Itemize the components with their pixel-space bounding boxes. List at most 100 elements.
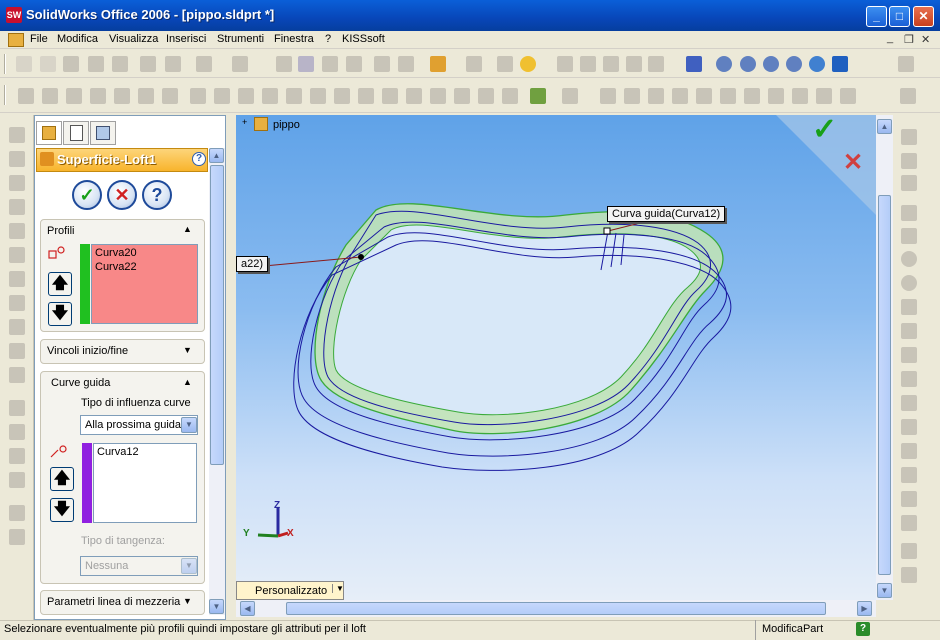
move-down-button[interactable]: 🡇 (50, 498, 74, 522)
chevron-down-icon[interactable]: ▼ (181, 558, 197, 574)
menu-help[interactable]: ? (325, 33, 331, 45)
macro-edit-icon[interactable] (626, 56, 642, 72)
grid-icon[interactable] (901, 443, 917, 459)
feature-icon[interactable] (9, 223, 25, 239)
loft-icon[interactable] (90, 88, 106, 104)
grid-icon[interactable] (374, 56, 390, 72)
minimize-button[interactable]: _ (866, 6, 887, 27)
menu-visualizza[interactable]: Visualizza (109, 33, 158, 45)
shell-icon[interactable] (190, 88, 206, 104)
feature-icon[interactable] (9, 151, 25, 167)
menu-inserisci[interactable]: Inserisci (166, 33, 206, 45)
insert-bends-icon[interactable] (840, 88, 856, 104)
viewport-vertical-scrollbar[interactable]: ▲ ▼ (876, 115, 893, 600)
arc-icon[interactable] (901, 299, 917, 315)
mdi-close-button[interactable]: ✕ (921, 33, 930, 46)
zoom-out-icon[interactable] (786, 56, 802, 72)
trim-surface-icon[interactable] (502, 88, 518, 104)
camera-icon[interactable] (430, 56, 446, 72)
help-icon[interactable] (520, 56, 536, 72)
expand-icon[interactable]: ▼ (183, 596, 192, 606)
scroll-up-icon[interactable]: ▲ (209, 148, 224, 163)
zoom-fit-icon[interactable] (716, 56, 732, 72)
arc-icon[interactable] (901, 323, 917, 339)
profile-callout[interactable]: a22) (236, 256, 269, 272)
pause-icon[interactable] (603, 56, 619, 72)
closed-corner-icon[interactable] (720, 88, 736, 104)
list-item[interactable]: Curva12 (94, 444, 196, 460)
mirror-icon[interactable] (901, 543, 917, 559)
move-down-button[interactable]: 🡇 (48, 302, 72, 326)
scroll-left-icon[interactable]: ◀ (240, 601, 255, 616)
tab-configuration-manager[interactable] (90, 121, 116, 145)
feature-icon[interactable] (9, 271, 25, 287)
graphics-viewport[interactable] (236, 115, 876, 600)
trim-icon[interactable] (901, 491, 917, 507)
fillet-icon[interactable] (138, 88, 154, 104)
menu-file[interactable]: File (30, 33, 48, 45)
list-icon[interactable] (497, 56, 513, 72)
feature-icon[interactable] (9, 529, 25, 545)
scroll-down-icon[interactable]: ▼ (877, 583, 892, 598)
rib-icon[interactable] (214, 88, 230, 104)
save-icon[interactable] (63, 56, 79, 72)
flatten-icon[interactable] (792, 88, 808, 104)
menu-strumenti[interactable]: Strumenti (217, 33, 264, 45)
scale-icon[interactable] (310, 88, 326, 104)
tab-property-manager[interactable] (63, 121, 89, 145)
menu-modifica[interactable]: Modifica (57, 33, 98, 45)
extend-surface-icon[interactable] (478, 88, 494, 104)
hole-icon[interactable] (262, 88, 278, 104)
draft-icon[interactable] (238, 88, 254, 104)
menu-kisssoft[interactable]: KISSsoft (342, 33, 385, 45)
part-icon[interactable] (254, 117, 268, 131)
feature-icon[interactable] (9, 247, 25, 263)
unfold-icon[interactable] (744, 88, 760, 104)
copy-icon[interactable] (165, 56, 181, 72)
curve-icon[interactable] (562, 88, 578, 104)
construction-icon[interactable] (901, 567, 917, 583)
stop-icon[interactable] (580, 56, 596, 72)
macro-new-icon[interactable] (648, 56, 664, 72)
play-icon[interactable] (557, 56, 573, 72)
feature-icon[interactable] (9, 505, 25, 521)
thicken-icon[interactable] (406, 88, 422, 104)
revolve-icon[interactable] (42, 88, 58, 104)
rebuild-icon[interactable] (346, 56, 362, 72)
chevron-down-icon[interactable]: ▼ (181, 417, 197, 433)
hem-icon[interactable] (648, 88, 664, 104)
collapse-icon[interactable]: ▲ (183, 377, 192, 387)
boundary-icon[interactable] (114, 88, 130, 104)
arc-icon[interactable] (901, 275, 917, 291)
sheet-metal-icon[interactable] (600, 88, 616, 104)
feature-icon[interactable] (9, 175, 25, 191)
guide-curves-list[interactable]: Curva12 (93, 443, 197, 523)
scroll-thumb[interactable] (210, 165, 224, 465)
open-icon[interactable] (40, 56, 56, 72)
profiles-list[interactable]: Curva20 Curva22 (91, 244, 198, 324)
flange-icon[interactable] (624, 88, 640, 104)
feature-icon[interactable] (9, 424, 25, 440)
rip-icon[interactable] (816, 88, 832, 104)
mirror-icon[interactable] (358, 88, 374, 104)
spellcheck-icon[interactable] (898, 56, 914, 72)
sketch-icon[interactable] (322, 56, 338, 72)
feature-icon[interactable] (9, 472, 25, 488)
split-icon[interactable] (382, 88, 398, 104)
rotate-icon[interactable] (809, 56, 825, 72)
maximize-button[interactable]: □ (889, 6, 910, 27)
offset-surface-icon[interactable] (454, 88, 470, 104)
feature-icon[interactable] (9, 295, 25, 311)
sketched-bend-icon[interactable] (696, 88, 712, 104)
model-geometry[interactable] (236, 115, 876, 600)
redo-icon[interactable] (232, 56, 248, 72)
feature-icon[interactable] (9, 367, 25, 383)
select-filter-icon[interactable] (298, 56, 314, 72)
move-up-button[interactable]: 🡅 (50, 467, 74, 491)
solidworks-logo-icon[interactable]: SW (6, 7, 22, 23)
guide-curves-group-title[interactable]: Curve guida (51, 377, 110, 389)
guide-curve-callout[interactable]: Curva guida(Curva12) (607, 206, 726, 222)
pattern-icon[interactable] (334, 88, 350, 104)
fillet-sketch-icon[interactable] (901, 347, 917, 363)
sweep-icon[interactable] (66, 88, 82, 104)
